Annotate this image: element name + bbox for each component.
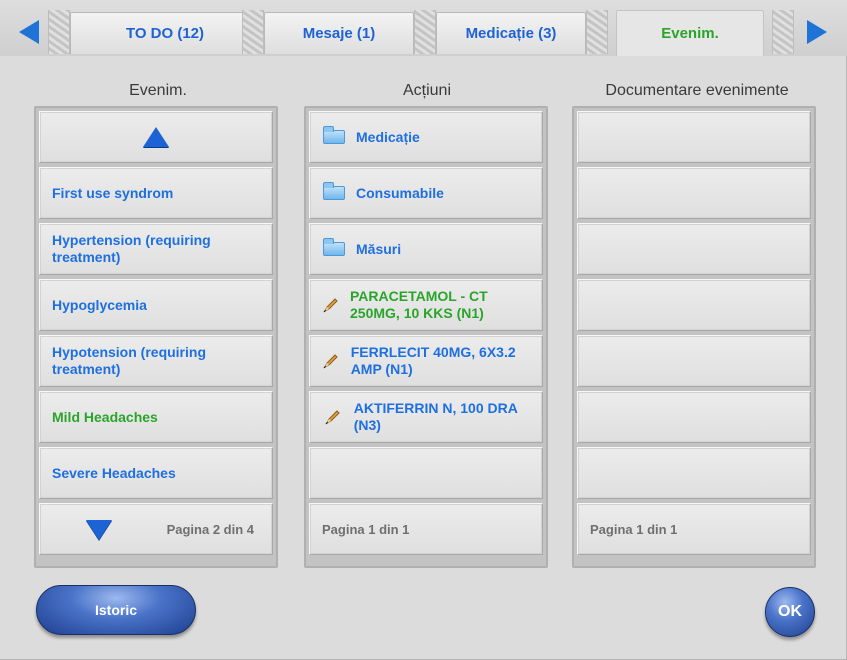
arrow-right-icon (807, 20, 827, 44)
event-item-first-use-syndrom[interactable]: First use syndrom (39, 167, 273, 219)
tab-separator (242, 10, 264, 54)
actions-column: Medicație Consumabile Măsuri PARACETAMOL… (304, 106, 548, 568)
documentation-row[interactable] (577, 447, 811, 499)
folder-icon (322, 182, 346, 200)
pencil-icon (322, 352, 341, 370)
tab-separator (586, 10, 608, 54)
history-button-label: Istoric (94, 602, 137, 618)
arrow-down-icon (86, 520, 112, 540)
event-item-label: Hypoglycemia (52, 296, 147, 313)
actions-page-indicator: Pagina 1 din 1 (322, 521, 410, 537)
events-column: First use syndrom Hypertension (requirin… (34, 106, 278, 568)
tab-medicatie[interactable]: Medicație (3) (436, 12, 586, 54)
tab-evenim[interactable]: Evenim. (616, 10, 764, 56)
history-button[interactable]: Istoric (36, 585, 196, 635)
ok-button-label: OK (778, 603, 802, 620)
folder-icon (322, 238, 346, 256)
arrow-left-icon (19, 20, 39, 44)
action-item-aktiferrin[interactable]: AKTIFERRIN N, 100 DRA (N3) (309, 391, 543, 443)
event-item-hypertension[interactable]: Hypertension (requiring treatment) (39, 223, 273, 275)
tab-scroll-left-button[interactable] (14, 14, 44, 50)
events-scroll-down-button[interactable] (86, 520, 112, 540)
tab-todo[interactable]: TO DO (12) (70, 12, 260, 54)
pencil-icon (322, 408, 344, 426)
action-item-consumabile[interactable]: Consumabile (309, 167, 543, 219)
event-item-severe-headaches[interactable]: Severe Headaches (39, 447, 273, 499)
action-item-label: Măsuri (356, 240, 402, 257)
action-item-masuri[interactable]: Măsuri (309, 223, 543, 275)
action-item-label: FERRLECIT 40MG, 6X3.2 AMP (N1) (350, 344, 516, 377)
action-item-paracetamol[interactable]: PARACETAMOL - CT 250MG, 10 KKS (N1) (309, 279, 543, 331)
documentation-row[interactable] (577, 391, 811, 443)
events-page-indicator: Pagina 2 din 4 (166, 522, 254, 537)
events-column-title: Evenim. (129, 82, 187, 99)
event-item-label: Severe Headaches (52, 464, 176, 481)
event-item-label: First use syndrom (52, 184, 174, 201)
documentation-pagination: Pagina 1 din 1 (577, 503, 811, 555)
ok-button[interactable]: OK (765, 587, 815, 637)
tab-separator (772, 10, 794, 54)
documentation-column: Pagina 1 din 1 (572, 106, 816, 568)
action-item-label: Consumabile (356, 184, 444, 201)
action-item-medicatie[interactable]: Medicație (309, 111, 543, 163)
tab-mesaje[interactable]: Mesaje (1) (264, 12, 414, 54)
tab-separator (414, 10, 436, 54)
event-item-mild-headaches[interactable]: Mild Headaches (39, 391, 273, 443)
pencil-icon (322, 296, 340, 314)
action-item-ferrlecit[interactable]: FERRLECIT 40MG, 6X3.2 AMP (N1) (309, 335, 543, 387)
folder-icon (322, 126, 346, 144)
documentation-column-title: Documentare evenimente (605, 82, 789, 99)
event-item-label: Mild Headaches (52, 408, 158, 425)
documentation-page-indicator: Pagina 1 din 1 (590, 521, 678, 537)
documentation-row[interactable] (577, 223, 811, 275)
documentation-row[interactable] (577, 335, 811, 387)
event-item-label: Hypertension (requiring treatment) (52, 232, 211, 265)
action-item-empty[interactable] (309, 447, 543, 499)
arrow-up-icon (143, 127, 169, 147)
actions-pagination: Pagina 1 din 1 (309, 503, 543, 555)
tab-bar: TO DO (12) Mesaje (1) Medicație (3) Even… (0, 0, 847, 56)
events-pagination: Pagina 2 din 4 (39, 503, 273, 555)
action-item-label: AKTIFERRIN N, 100 DRA (N3) (353, 400, 518, 433)
event-item-hypotension[interactable]: Hypotension (requiring treatment) (39, 335, 273, 387)
tab-separator (48, 10, 70, 54)
event-item-label: Hypotension (requiring treatment) (52, 344, 206, 377)
event-item-hypoglycemia[interactable]: Hypoglycemia (39, 279, 273, 331)
actions-column-title: Acțiuni (402, 82, 452, 99)
action-item-label: Medicație (356, 128, 420, 145)
documentation-row[interactable] (577, 279, 811, 331)
documentation-row[interactable] (577, 167, 811, 219)
documentation-row[interactable] (577, 111, 811, 163)
tab-scroll-right-button[interactable] (802, 14, 832, 50)
events-scroll-up-button[interactable] (39, 111, 273, 163)
app-window: TO DO (12) Mesaje (1) Medicație (3) Even… (0, 0, 847, 660)
action-item-label: PARACETAMOL - CT 250MG, 10 KKS (N1) (350, 288, 488, 321)
